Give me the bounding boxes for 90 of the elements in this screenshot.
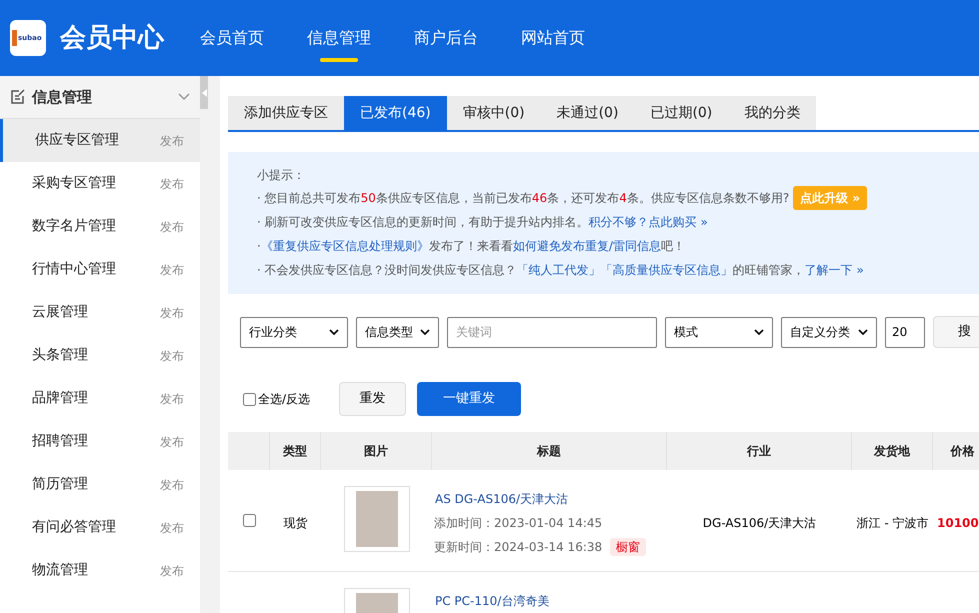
tip-text: 吧！ xyxy=(660,238,685,255)
highlight-number: 50 xyxy=(360,190,376,207)
triangle-left-icon xyxy=(202,88,206,96)
nav-link[interactable]: 会员首页 xyxy=(200,26,264,50)
publish-link[interactable]: 发布 xyxy=(160,476,184,494)
sidebar-item[interactable]: 云展管理 发布 xyxy=(0,291,200,334)
publish-link[interactable]: 发布 xyxy=(160,218,184,236)
tip-text: 条。供应专区信息条数不够用? xyxy=(626,190,790,207)
edit-icon xyxy=(10,89,26,105)
tab[interactable]: 已过期(0) xyxy=(634,96,728,130)
product-title-link[interactable]: PC PC-110/台湾奇美 xyxy=(434,592,667,610)
caret-icon xyxy=(420,329,430,335)
tip-link[interactable]: 「纯人工代发」「高质量供应专区信息」 xyxy=(516,261,733,279)
logo-bar-icon xyxy=(12,30,17,46)
dropdown-select[interactable]: 行业分类 xyxy=(240,316,348,348)
column-header: 图片 xyxy=(364,443,388,460)
keyword-input[interactable]: 关键词 xyxy=(447,316,657,348)
publish-link[interactable]: 发布 xyxy=(160,432,184,450)
sidebar-item[interactable]: 供应专区管理 发布 xyxy=(0,119,200,162)
column-header: 标题 xyxy=(537,443,561,460)
caret-icon xyxy=(858,329,868,335)
tip-text: · xyxy=(257,238,261,255)
tab[interactable]: 未通过(0) xyxy=(540,96,634,130)
industry-cell-text: DG-AS106/天津大沽 xyxy=(702,515,816,532)
publish-link[interactable]: 发布 xyxy=(160,562,184,580)
publish-link[interactable]: 发布 xyxy=(160,518,184,536)
sidebar-title: 信息管理 xyxy=(32,86,93,108)
site-title: 会员中心 xyxy=(60,22,164,54)
tip-link[interactable]: 如何避免发布重复/雷同信息 xyxy=(512,237,661,255)
product-title-link[interactable]: AS DG-AS106/天津大沽 xyxy=(434,490,667,508)
sidebar-item[interactable]: 有问必答管理 发布 xyxy=(0,506,200,549)
sidebar-item[interactable]: 简历管理 发布 xyxy=(0,463,200,506)
sidebar-item[interactable]: 数字名片管理 发布 xyxy=(0,205,200,248)
column-header: 行业 xyxy=(747,443,771,460)
column-header: 发货地 xyxy=(874,443,910,460)
tip-text: · 刷新可改变供应专区信息的更新时间，有助于提升站内排名。 xyxy=(257,214,589,231)
chevron-icon xyxy=(178,93,190,101)
select-all-checkbox[interactable] xyxy=(243,392,256,406)
publish-link[interactable]: 发布 xyxy=(160,174,184,192)
tab[interactable]: 我的分类 xyxy=(728,96,816,130)
tip-link[interactable]: 了解一下 » xyxy=(804,261,864,279)
sidebar-header[interactable]: 信息管理 xyxy=(0,76,200,119)
sidebar-item[interactable]: 行情中心管理 发布 xyxy=(0,248,200,291)
highlight-number: 46 xyxy=(532,190,548,207)
tip-text: 条供应专区信息，当前已发布 xyxy=(376,190,532,207)
tab[interactable]: 添加供应专区 xyxy=(228,96,344,130)
dropdown-select[interactable]: 信息类型 xyxy=(356,316,439,348)
select-all-label: 全选/反选 xyxy=(258,391,310,408)
tip-link[interactable]: 《重复供应专区信息处理规则》 xyxy=(260,237,429,255)
tip-text: 条，还可发布 xyxy=(547,190,620,207)
type-cell-text: 现货 xyxy=(284,515,308,532)
sidebar-item[interactable]: 物流管理 发布 xyxy=(0,549,200,592)
sidebar-item[interactable]: 采购专区管理 发布 xyxy=(0,162,200,205)
collapse-handle[interactable] xyxy=(200,76,208,109)
publish-link[interactable]: 发布 xyxy=(160,390,184,408)
caret-icon xyxy=(754,329,764,335)
tip-text: 发布了！来看看 xyxy=(428,238,513,255)
publish-link[interactable]: 发布 xyxy=(160,346,184,364)
updated-time: 更新时间：2024-03-14 16:38 xyxy=(434,539,602,556)
sidebar-item[interactable]: 头条管理 发布 xyxy=(0,334,200,377)
location-cell-text: 浙江 - 宁波市 xyxy=(856,515,928,532)
tab[interactable]: 审核中(0) xyxy=(446,96,541,130)
tab[interactable]: 已发布(46) xyxy=(344,96,447,130)
tip-link[interactable]: 积分不够？点此购买 » xyxy=(588,213,708,231)
dropdown-select[interactable]: 自定义分类 xyxy=(781,316,877,348)
publish-link[interactable]: 发布 xyxy=(160,304,184,322)
column-header: 价格 xyxy=(950,443,974,460)
tip-text: 的旺铺管家， xyxy=(732,262,805,279)
sidebar-item[interactable]: 品牌管理 发布 xyxy=(0,377,200,420)
bulk-repost-button[interactable]: 一键重发 xyxy=(417,382,521,416)
sidebar-item[interactable]: 招聘管理 发布 xyxy=(0,420,200,463)
dropdown-select[interactable]: 模式 xyxy=(665,316,773,348)
column-header: 类型 xyxy=(283,443,307,460)
nav-link[interactable]: 网站首页 xyxy=(521,26,585,50)
tip-text: · 不会发供应专区信息？没时间发供应专区信息？ xyxy=(257,262,517,279)
row-checkbox[interactable] xyxy=(242,514,256,527)
added-time: 添加时间：2023-01-04 14:45 xyxy=(434,515,604,532)
page-size-input[interactable]: 20 xyxy=(885,316,925,348)
showcase-tag: 橱窗 xyxy=(610,538,646,556)
tip-text: · 您目前总共可发布 xyxy=(257,190,361,207)
tips-title: 小提示： xyxy=(257,167,306,184)
repost-button[interactable]: 重发 xyxy=(339,382,406,416)
nav-link[interactable]: 信息管理 xyxy=(307,26,371,50)
search-button[interactable]: 搜 xyxy=(933,316,979,348)
photo-placeholder xyxy=(356,491,398,547)
publish-link[interactable]: 发布 xyxy=(160,260,184,278)
nav-link[interactable]: 商户后台 xyxy=(414,26,478,50)
price-cell: 10100 xyxy=(937,516,979,530)
caret-icon xyxy=(329,329,339,335)
highlight-number: 4 xyxy=(619,190,627,207)
